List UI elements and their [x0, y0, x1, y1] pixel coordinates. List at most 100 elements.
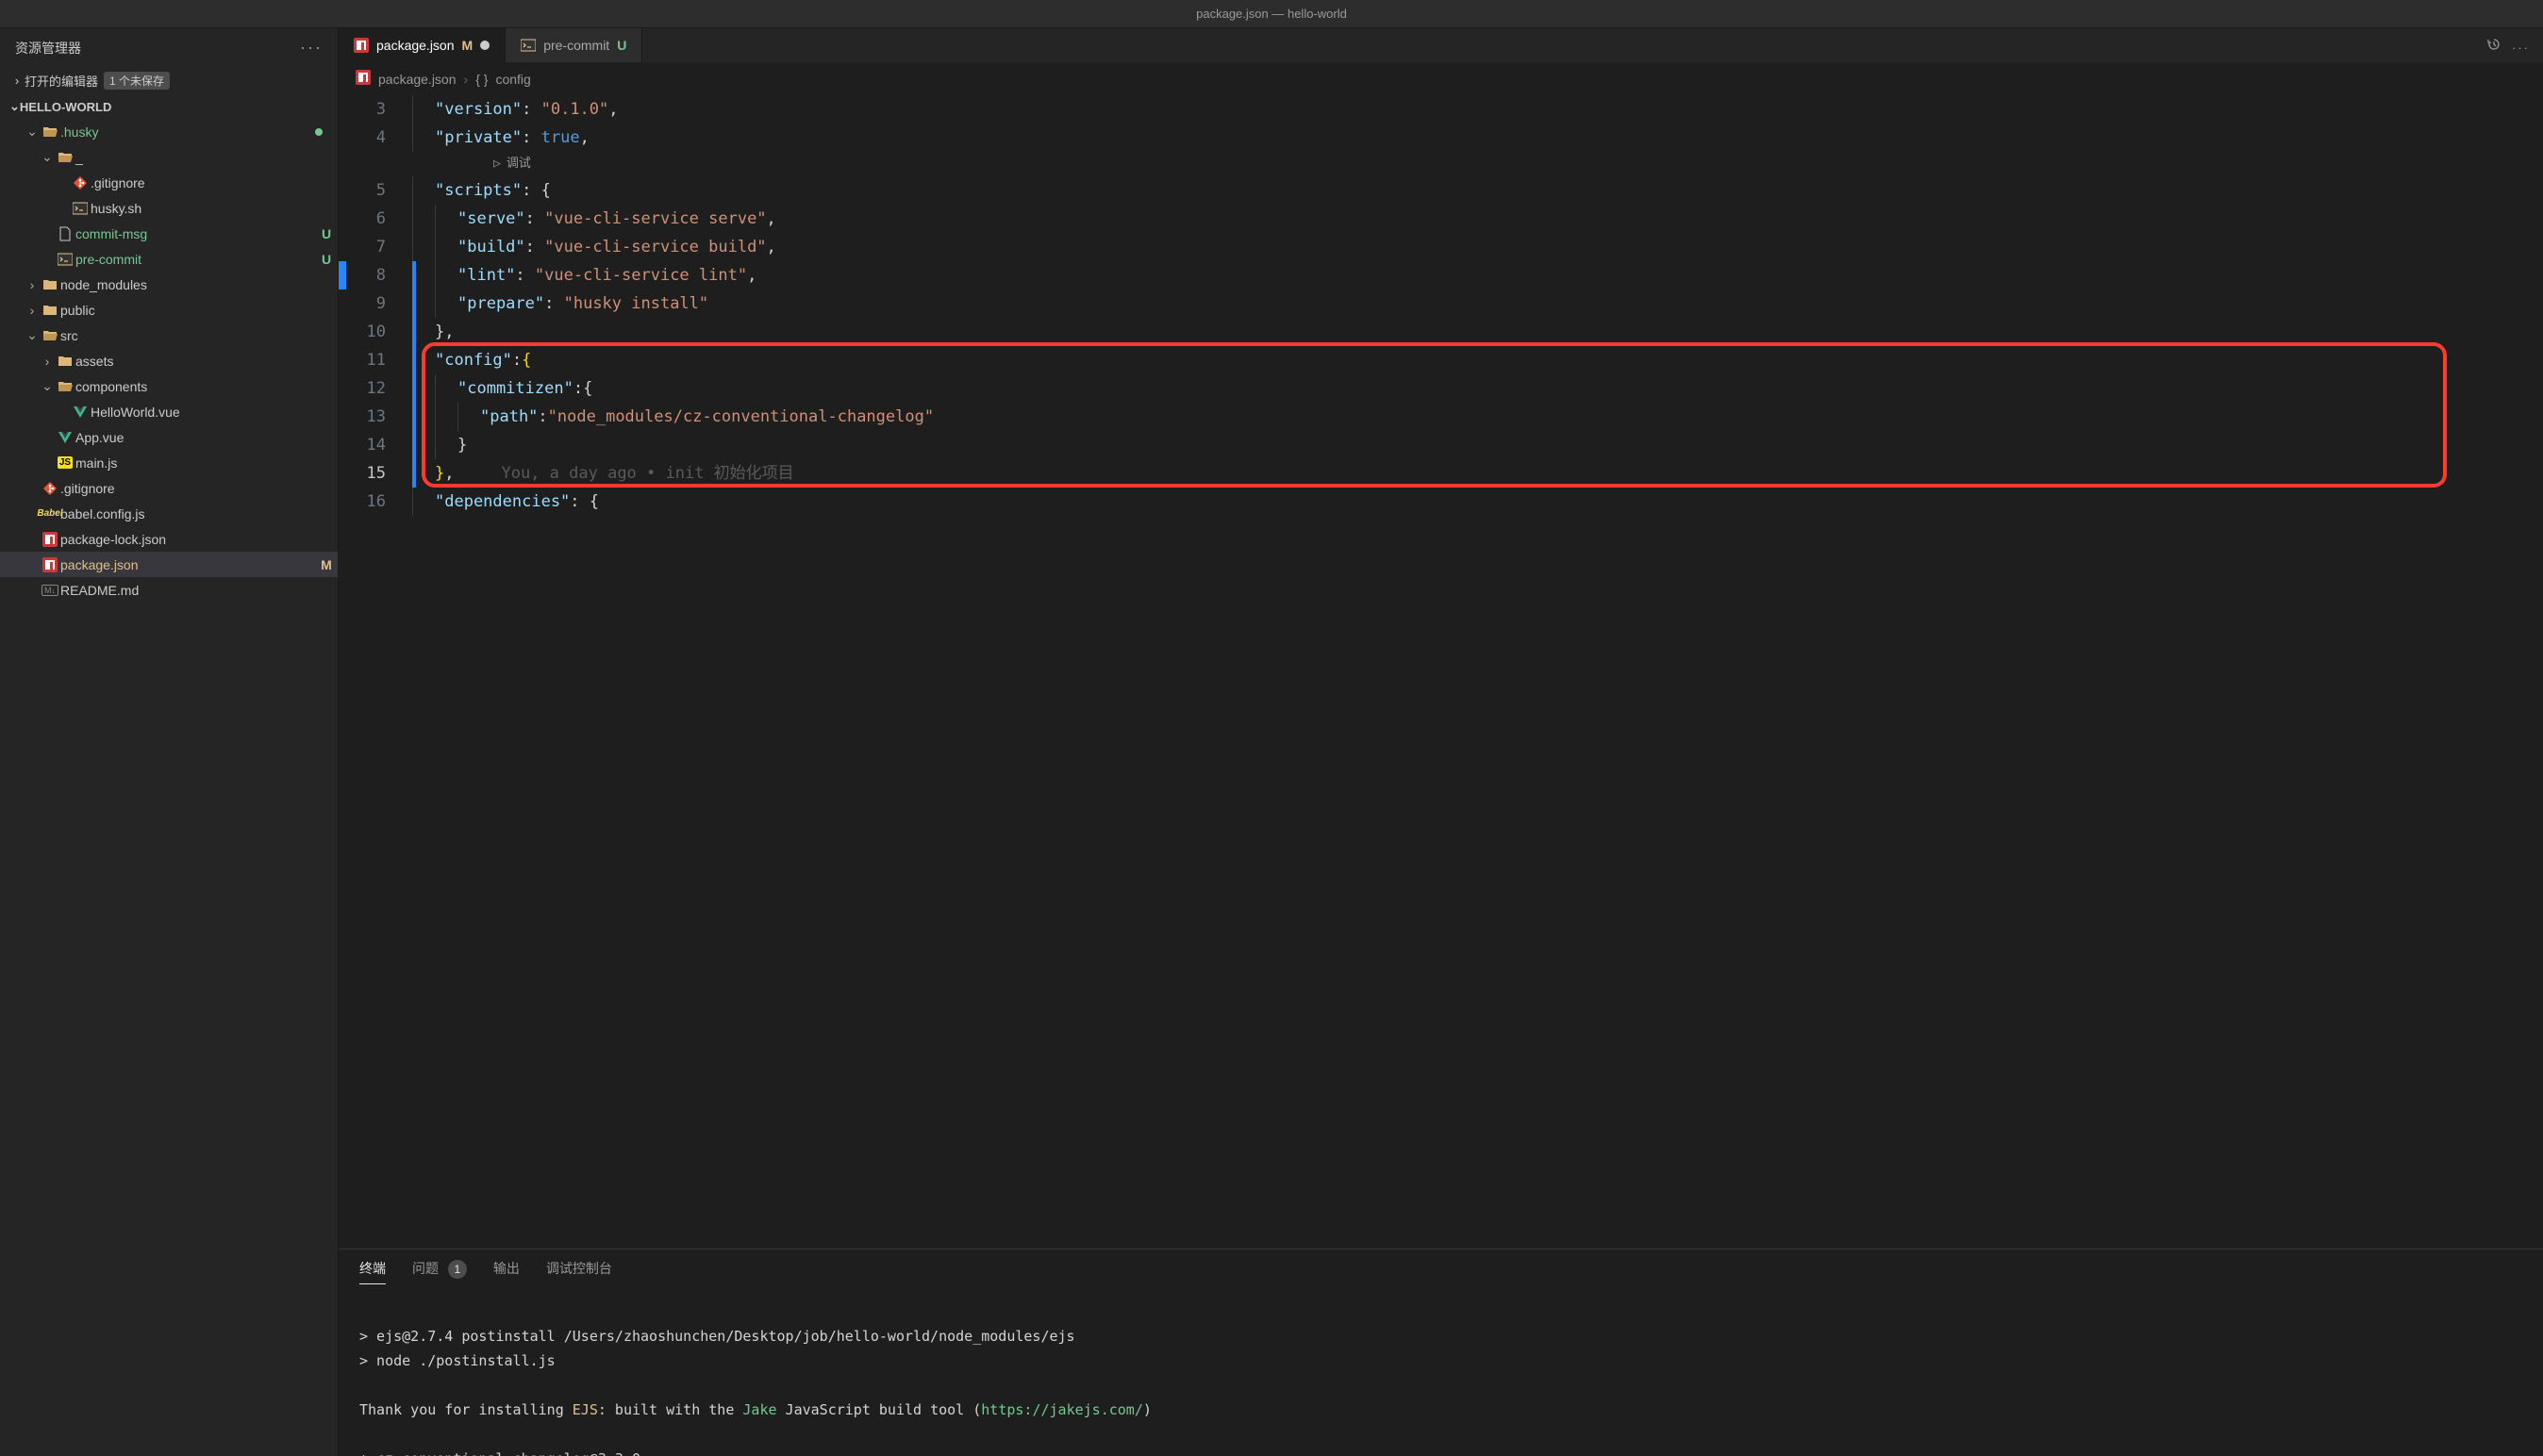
gitlens-annotation: You, a day ago • init 初始化项目 — [502, 459, 794, 488]
chevron-icon: ⌄ — [40, 378, 55, 394]
tree-item-label: .gitignore — [60, 481, 338, 496]
dirty-indicator-icon — [480, 41, 490, 50]
tree-item-label: commit-msg — [75, 226, 315, 241]
tree-item-pre-commit[interactable]: pre-commitU — [0, 246, 338, 272]
git-status-badge: U — [315, 252, 338, 267]
tree-item-src[interactable]: ⌄src — [0, 323, 338, 348]
tree-item-label: husky.sh — [91, 201, 338, 216]
line-number: 16 — [346, 488, 408, 516]
more-icon[interactable]: ··· — [2512, 41, 2530, 55]
tree-item-label: public — [60, 303, 338, 318]
tab-terminal[interactable]: 终端 — [359, 1259, 386, 1284]
open-editors-section[interactable]: › 打开的编辑器 1 个未保存 — [0, 67, 338, 94]
code-content: "lint": "vue-cli-service lint", — [408, 261, 2543, 290]
chevron-icon: ⌄ — [25, 327, 40, 343]
tab-label: pre-commit — [543, 38, 609, 53]
editor-tab-pre-commit[interactable]: pre-commitU — [506, 28, 642, 62]
line-number: 7 — [346, 233, 408, 261]
code-line[interactable]: 12"commitizen":{ — [339, 374, 2543, 403]
tree-item-label: babel.config.js — [60, 506, 338, 521]
code-line[interactable]: 11"config":{ — [339, 346, 2543, 374]
tree-item-main-js[interactable]: JSmain.js — [0, 450, 338, 475]
code-content: "dependencies": { — [408, 488, 2543, 516]
vue-icon — [55, 430, 75, 445]
code-line[interactable]: 5"scripts": { — [339, 176, 2543, 205]
tree-item-components[interactable]: ⌄components — [0, 373, 338, 399]
tree-item-public[interactable]: ›public — [0, 297, 338, 323]
code-line[interactable]: 8"lint": "vue-cli-service lint", — [339, 261, 2543, 290]
explorer-more-icon[interactable]: ··· — [300, 38, 323, 58]
sh-icon — [70, 201, 91, 216]
code-line[interactable]: 10}, — [339, 318, 2543, 346]
tree-item-label: _ — [75, 150, 338, 165]
code-line[interactable]: 6"serve": "vue-cli-service serve", — [339, 205, 2543, 233]
timeline-icon[interactable] — [2486, 41, 2501, 55]
tree-item-commit-msg[interactable]: commit-msgU — [0, 221, 338, 246]
breadcrumb[interactable]: package.json › { } config — [339, 62, 2543, 95]
editor-area: package.jsonMpre-commitU ··· package.jso… — [339, 28, 2543, 1456]
git-gutter-modified — [412, 261, 416, 488]
git-icon — [40, 481, 60, 496]
tree-item-package-json[interactable]: package.jsonM — [0, 552, 338, 577]
tree-item--[interactable]: ⌄_ — [0, 144, 338, 170]
editor-tab-package-json[interactable]: package.jsonM — [339, 28, 506, 62]
tree-item-node-modules[interactable]: ›node_modules — [0, 272, 338, 297]
line-number: 10 — [346, 318, 408, 346]
file-tree: ⌄.husky⌄_.gitignorehusky.shcommit-msgUpr… — [0, 119, 338, 1456]
editor-viewport[interactable]: 3"version": "0.1.0",4"private": true,▷ 调… — [339, 95, 2543, 1249]
tree-item-helloworld-vue[interactable]: HelloWorld.vue — [0, 399, 338, 424]
tree-item-husky-sh[interactable]: husky.sh — [0, 195, 338, 221]
line-number: 11 — [346, 346, 408, 374]
project-header[interactable]: ⌄ HELLO-WORLD — [0, 94, 338, 119]
code-line[interactable]: 7"build": "vue-cli-service build", — [339, 233, 2543, 261]
line-number: 13 — [346, 403, 408, 431]
line-number: 4 — [346, 124, 408, 152]
line-number: 6 — [346, 205, 408, 233]
code-content: "scripts": { — [408, 176, 2543, 205]
code-content: },You, a day ago • init 初始化项目 — [408, 459, 2543, 488]
code-line[interactable]: 16"dependencies": { — [339, 488, 2543, 516]
explorer-title: 资源管理器 — [15, 39, 81, 58]
line-number: 12 — [346, 374, 408, 403]
chevron-down-icon: ⌄ — [9, 99, 20, 114]
tree-item-app-vue[interactable]: App.vue — [0, 424, 338, 450]
tree-item-readme-md[interactable]: M↓README.md — [0, 577, 338, 603]
code-line[interactable]: 13"path":"node_modules/cz-conventional-c… — [339, 403, 2543, 431]
project-name: HELLO-WORLD — [20, 100, 111, 114]
tree-item-babel-config-js[interactable]: Babelbabel.config.js — [0, 501, 338, 526]
tree-item-package-lock-json[interactable]: package-lock.json — [0, 526, 338, 552]
git-icon — [70, 175, 91, 190]
window-title: package.json — hello-world — [1196, 7, 1347, 21]
play-icon: ▷ — [493, 150, 501, 178]
tree-item--gitignore[interactable]: .gitignore — [0, 170, 338, 195]
code-line[interactable]: 9"prepare": "husky install" — [339, 290, 2543, 318]
line-number: 14 — [346, 431, 408, 459]
tab-problems[interactable]: 问题 1 — [412, 1259, 467, 1284]
file-icon — [55, 226, 75, 241]
code-content: "build": "vue-cli-service build", — [408, 233, 2543, 261]
codelens-debug[interactable]: ▷ 调试 — [493, 152, 531, 176]
chevron-icon: › — [25, 277, 40, 292]
code-content: "serve": "vue-cli-service serve", — [408, 205, 2543, 233]
code-line[interactable]: 14} — [339, 431, 2543, 459]
babel-icon: Babel — [40, 508, 60, 519]
terminal-output[interactable]: > ejs@2.7.4 postinstall /Users/zhaoshunc… — [339, 1294, 2543, 1456]
npm-icon — [354, 38, 369, 53]
tree-item--gitignore[interactable]: .gitignore — [0, 475, 338, 501]
tab-debug-console[interactable]: 调试控制台 — [546, 1259, 612, 1284]
braces-icon: { } — [475, 72, 488, 87]
tree-item--husky[interactable]: ⌄.husky — [0, 119, 338, 144]
code-line[interactable]: 15},You, a day ago • init 初始化项目 — [339, 459, 2543, 488]
js-icon: JS — [55, 456, 75, 469]
tree-item-assets[interactable]: ›assets — [0, 348, 338, 373]
tab-output[interactable]: 输出 — [493, 1259, 520, 1284]
md-icon: M↓ — [40, 585, 60, 596]
code-line[interactable]: 3"version": "0.1.0", — [339, 95, 2543, 124]
tree-item-label: pre-commit — [75, 252, 315, 267]
npm-icon — [356, 70, 371, 88]
unsaved-badge: 1 个未保存 — [104, 72, 170, 90]
folder-open-icon — [55, 379, 75, 394]
npm-icon — [40, 557, 60, 572]
explorer-sidebar: 资源管理器 ··· › 打开的编辑器 1 个未保存 ⌄ HELLO-WORLD … — [0, 28, 339, 1456]
code-line[interactable]: 4"private": true, — [339, 124, 2543, 152]
